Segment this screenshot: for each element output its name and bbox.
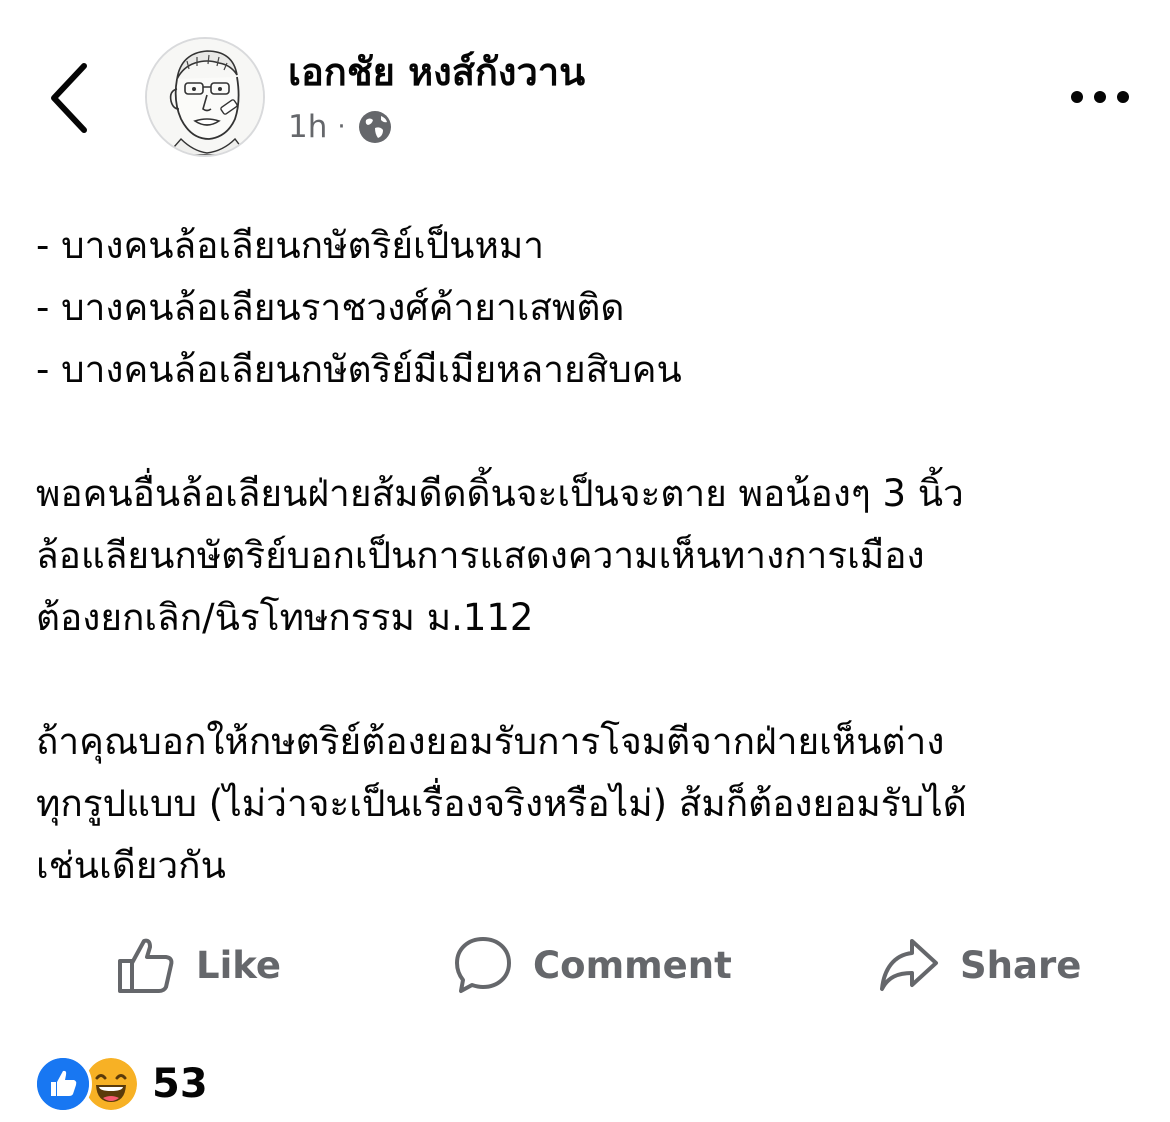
post-line: ถ้าคุณบอกให้กษตริย์ต้องยอมรับการโจมตีจาก… bbox=[36, 720, 945, 763]
thumbs-up-icon bbox=[118, 938, 174, 993]
like-reaction-icon bbox=[34, 1055, 92, 1113]
comment-button[interactable]: Comment bbox=[453, 925, 732, 1005]
more-options-button[interactable] bbox=[1068, 82, 1132, 112]
share-button[interactable]: Share bbox=[878, 925, 1081, 1005]
post-line: ต้องยกเลิก/นิรโทษกรรม ม.112 bbox=[36, 596, 534, 639]
post-timestamp[interactable]: 1h bbox=[288, 109, 327, 145]
post-line: เช่นเดียวกัน bbox=[36, 844, 226, 887]
post-line: ล้อแลียนกษัตริย์บอกเป็นการแสดงความเห็นทา… bbox=[36, 534, 925, 577]
post-action-bar: Like Comment Share bbox=[0, 925, 1170, 1005]
post-line: - บางคนล้อเลียนราชวงศ์ค้ายาเสพติด bbox=[36, 286, 625, 329]
reactions-summary[interactable]: 53 bbox=[34, 1055, 208, 1113]
share-arrow-icon bbox=[880, 939, 938, 991]
like-label: Like bbox=[196, 943, 281, 987]
avatar-portrait-image bbox=[147, 39, 263, 155]
chevron-left-icon bbox=[51, 63, 87, 133]
post-meta: 1h · bbox=[288, 104, 394, 150]
reaction-count: 53 bbox=[152, 1061, 208, 1107]
author-name[interactable]: เอกชัย หงส์กังวาน bbox=[288, 44, 585, 100]
comment-label: Comment bbox=[533, 943, 732, 987]
post-paragraph: - บางคนล้อเลียนกษัตริย์เป็นหมา - บางคนล้… bbox=[36, 215, 1136, 401]
post-line: ทุกรูปแบบ (ไม่ว่าจะเป็นเรื่องจริงหรือไม่… bbox=[36, 782, 967, 825]
like-button[interactable]: Like bbox=[116, 925, 281, 1005]
meta-separator: · bbox=[337, 112, 346, 142]
post-paragraph: ถ้าคุณบอกให้กษตริย์ต้องยอมรับการโจมตีจาก… bbox=[36, 711, 1136, 897]
comment-bubble-icon bbox=[455, 937, 511, 993]
more-dots-icon bbox=[1071, 91, 1129, 103]
post-line: พอคนอื่นล้อเลียนฝ่ายส้มดีดดิ้นจะเป็นจะตา… bbox=[36, 472, 964, 515]
post-paragraph: พอคนอื่นล้อเลียนฝ่ายส้มดีดดิ้นจะเป็นจะตา… bbox=[36, 463, 1136, 649]
post-body: - บางคนล้อเลียนกษัตริย์เป็นหมา - บางคนล้… bbox=[36, 215, 1136, 897]
avatar[interactable] bbox=[145, 37, 265, 157]
post-line: - บางคนล้อเลียนกษัตริย์เป็นหมา bbox=[36, 224, 545, 267]
share-label: Share bbox=[960, 943, 1082, 987]
post-line: - บางคนล้อเลียนกษัตริย์มีเมียหลายสิบคน bbox=[36, 348, 682, 391]
back-button[interactable] bbox=[40, 58, 100, 138]
globe-icon[interactable] bbox=[356, 108, 394, 146]
